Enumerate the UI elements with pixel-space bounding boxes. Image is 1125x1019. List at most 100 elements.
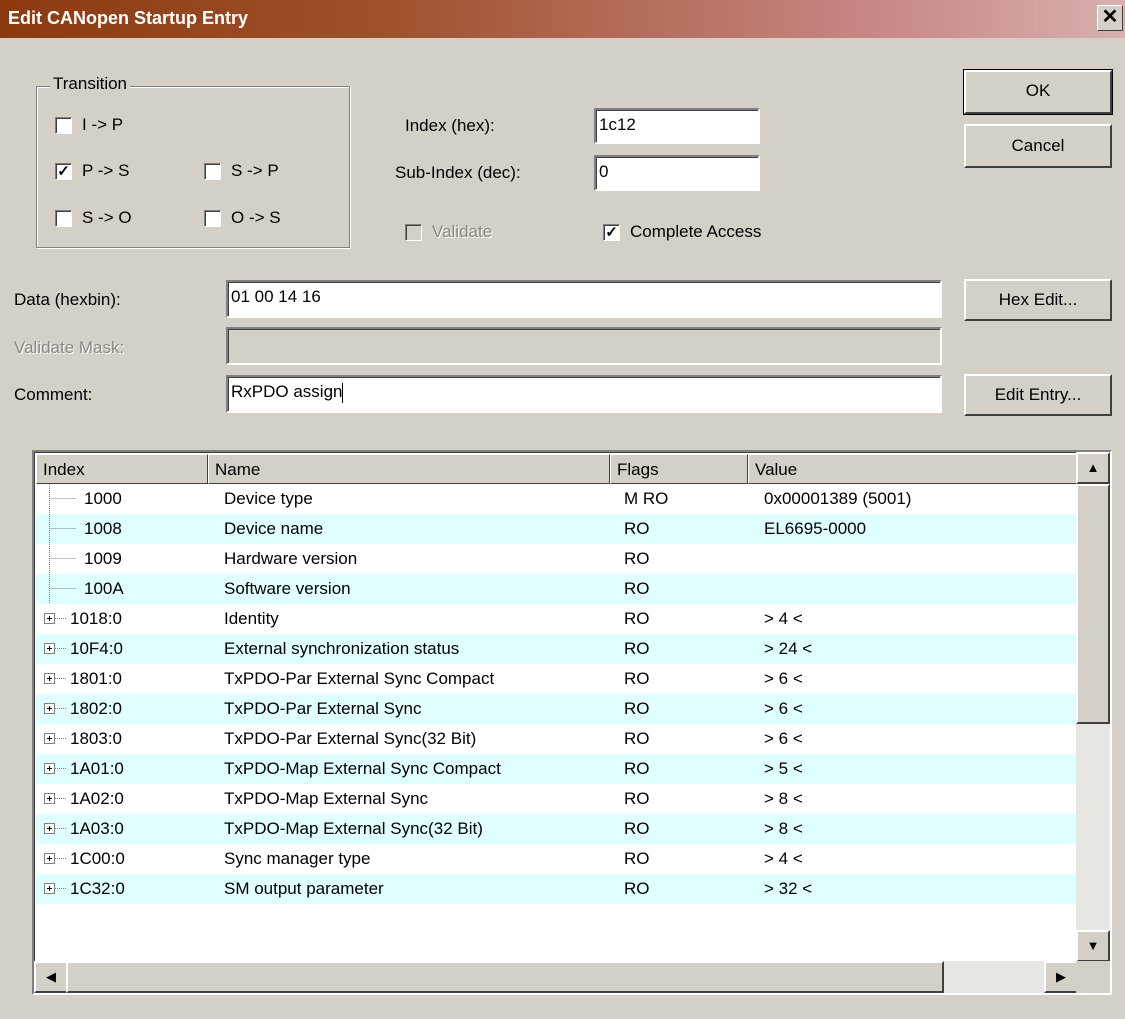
cell-name: External synchronization status [224,639,460,658]
transition-s-p-label: S -> P [231,161,279,180]
column-header-name[interactable]: Name [208,454,610,484]
scroll-left-button[interactable]: ◀ [34,961,68,993]
cell-name: Sync manager type [224,849,371,868]
cell-value: > 24 < [764,639,813,658]
cancel-button[interactable]: Cancel [964,124,1112,168]
index-input[interactable]: 1c12 [594,108,760,144]
transition-p-s-checkbox[interactable]: ✓ [55,163,72,180]
table-row[interactable]: 100A Software version RO [36,574,1080,604]
cell-name: TxPDO-Par External Sync(32 Bit) [224,729,477,748]
transition-s-o-label: S -> O [82,208,132,227]
close-button[interactable]: ✕ [1097,5,1123,31]
hex-edit-button[interactable]: Hex Edit... [964,279,1112,321]
cell-index: 1C00:0 [70,849,125,868]
comment-input[interactable]: RxPDO assign [226,375,942,413]
table-row[interactable]: 1C00:0 Sync manager type RO > 4 < [36,844,1080,874]
scroll-up-button[interactable]: ▲ [1076,452,1110,484]
table-row[interactable]: 10F4:0 External synchronization status RO >… [36,634,1080,664]
cell-index: 1A02:0 [70,789,124,808]
cell-value: > 32 < [764,879,813,898]
column-header-value[interactable]: Value [748,454,1078,484]
cell-flags: RO [624,669,650,688]
table-row[interactable]: 1000 Device type M RO 0x00001389 (5001) [36,484,1080,514]
cell-flags: RO [624,789,650,808]
cell-flags: RO [624,819,650,838]
cell-value: 0x00001389 (5001) [764,489,912,508]
vertical-scroll-thumb[interactable] [1076,484,1110,724]
edit-entry-button[interactable]: Edit Entry... [964,374,1112,416]
cell-flags: RO [624,609,650,628]
horizontal-scrollbar[interactable]: ◀ ▶ [34,961,1078,993]
subindex-label: Sub-Index (dec): [395,163,521,182]
cell-index: 10F4:0 [70,639,123,658]
complete-access-checkbox[interactable]: ✓ [603,224,620,241]
cell-value: > 8 < [764,819,803,838]
cell-name: TxPDO-Map External Sync Compact [224,759,501,778]
transition-s-o-checkbox[interactable] [55,210,72,227]
cell-flags: RO [624,849,650,868]
transition-i-p-checkbox[interactable] [55,117,72,134]
transition-o-s-label: O -> S [231,208,281,227]
transition-o-s-checkbox[interactable] [204,210,221,227]
cell-index: 1008 [84,519,122,538]
data-input[interactable]: 01 00 14 16 [226,280,942,318]
cell-index: 1C32:0 [70,879,125,898]
complete-access-label: Complete Access [630,222,762,241]
table-row[interactable]: 1A02:0 TxPDO-Map External Sync RO > 8 < [36,784,1080,814]
cell-index: 1801:0 [70,669,122,688]
cell-flags: RO [624,639,650,658]
cell-index: 1A01:0 [70,759,124,778]
window-title: Edit CANopen Startup Entry [8,8,249,28]
cell-value: > 6 < [764,729,803,748]
table-row[interactable]: 1008 Device name RO EL6695-0000 [36,514,1080,544]
cell-name: Hardware version [224,549,358,568]
ok-button[interactable]: OK [963,69,1113,115]
cell-name: Device type [224,489,313,508]
cell-flags: RO [624,519,650,538]
cell-value: > 6 < [764,699,803,718]
cell-index: 100A [84,579,124,598]
horizontal-scroll-thumb[interactable] [66,961,944,993]
table-row[interactable]: 1802:0 TxPDO-Par External Sync RO > 6 < [36,694,1080,724]
cell-name: TxPDO-Par External Sync Compact [224,669,495,688]
scroll-corner [1076,961,1110,993]
cell-index: 1803:0 [70,729,122,748]
cell-name: TxPDO-Map External Sync [224,789,429,808]
comment-label: Comment: [14,385,93,404]
object-list[interactable]: Index Name Flags Value 1000 Device type M … [32,450,1112,995]
table-row[interactable]: 1801:0 TxPDO-Par External Sync Compact RO >… [36,664,1080,694]
cell-name: TxPDO-Map External Sync(32 Bit) [224,819,483,838]
cell-index: 1009 [84,549,122,568]
cell-value: > 4 < [764,609,803,628]
cell-index: 1A03:0 [70,819,124,838]
cell-name: Device name [224,519,324,538]
vertical-scrollbar[interactable]: ▲ ▼ [1076,452,1110,962]
scroll-right-button[interactable]: ▶ [1044,961,1078,993]
validate-mask-input[interactable] [226,327,942,365]
cell-value: > 5 < [764,759,803,778]
table-row[interactable]: 1018:0 Identity RO > 4 < [36,604,1080,634]
table-row[interactable]: 1A01:0 TxPDO-Map External Sync Compact RO >… [36,754,1080,784]
cell-flags: RO [624,879,650,898]
cell-value: EL6695-0000 [764,519,867,538]
table-row[interactable]: 1803:0 TxPDO-Par External Sync(32 Bit) RO >… [36,724,1080,754]
cell-value: > 8 < [764,789,803,808]
validate-mask-label: Validate Mask: [14,338,125,357]
column-header-flags[interactable]: Flags [610,454,748,484]
cell-flags: RO [624,699,650,718]
transition-s-p-checkbox[interactable] [204,163,221,180]
table-row[interactable]: 1A03:0 TxPDO-Map External Sync(32 Bit) RO >… [36,814,1080,844]
transition-p-s-label: P -> S [82,161,130,180]
scroll-down-button[interactable]: ▼ [1076,930,1110,962]
comment-input-text: RxPDO assign [231,382,343,401]
cell-flags: RO [624,759,650,778]
subindex-input[interactable]: 0 [594,155,760,191]
transition-group-label: Transition [50,74,131,94]
table-row[interactable]: 1009 Hardware version RO [36,544,1080,574]
column-header-index[interactable]: Index [36,454,208,484]
text-cursor [342,382,344,403]
table-row[interactable]: 1C32:0 SM output parameter RO > 32 < [36,874,1080,904]
transition-i-p-label: I -> P [82,115,124,134]
data-label: Data (hexbin): [14,290,121,309]
validate-checkbox[interactable] [405,224,422,241]
